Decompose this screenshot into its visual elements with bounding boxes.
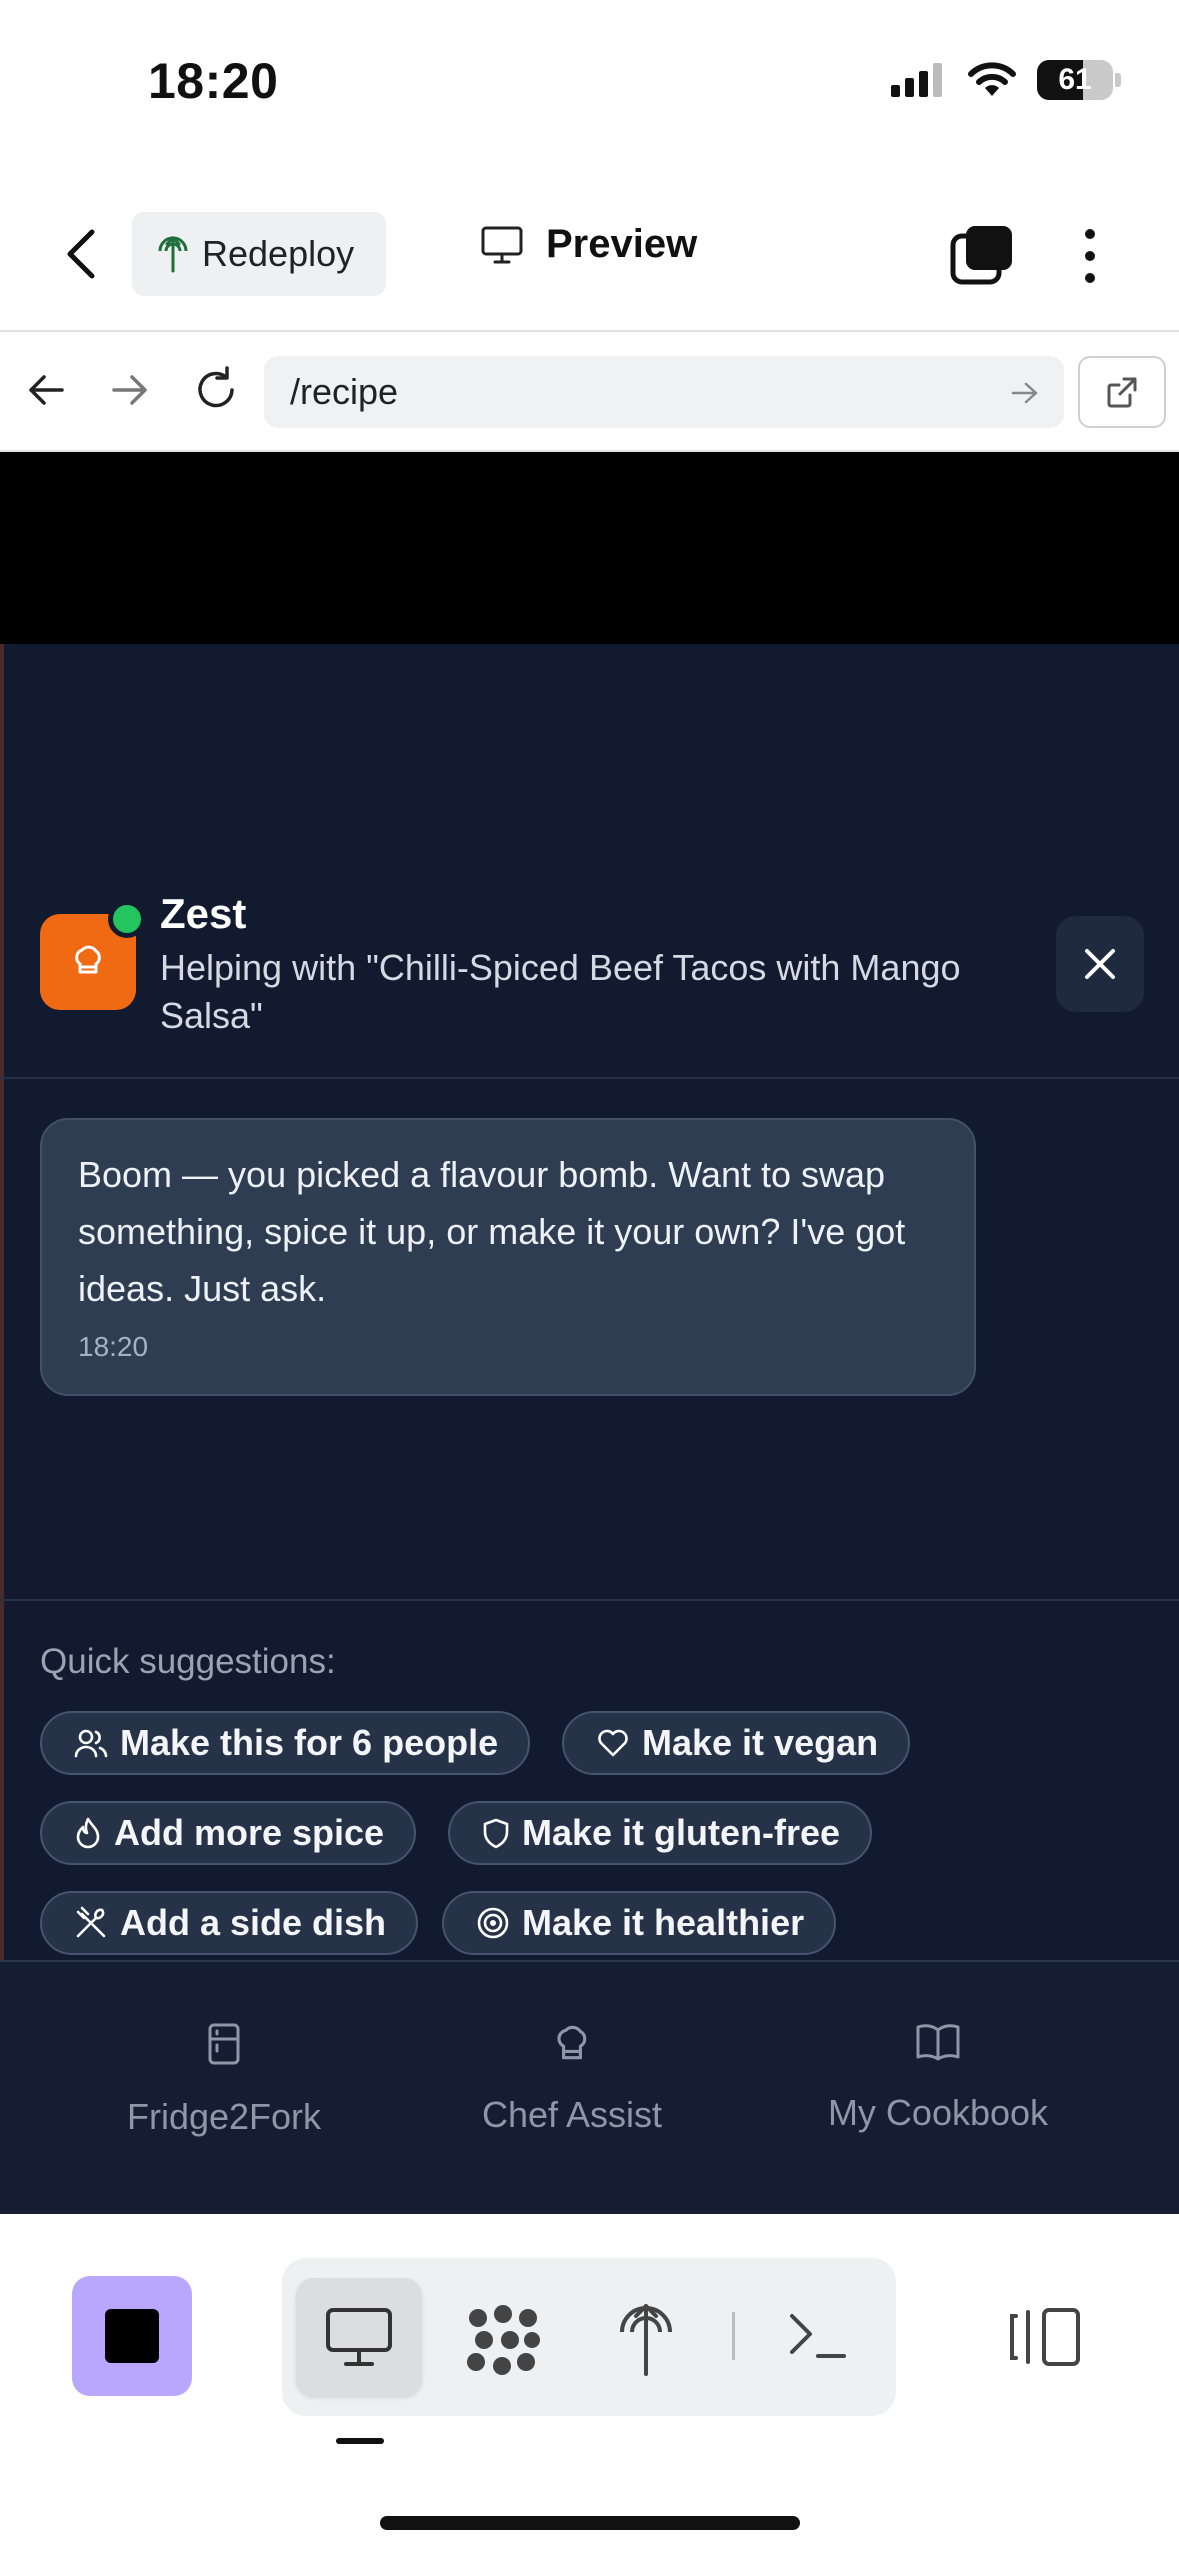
split-view-icon [1010, 2308, 1080, 2366]
message-text: Boom — you picked a flavour bomb. Want t… [78, 1154, 906, 1309]
agent-icon [467, 2305, 540, 2375]
tabs-icon [950, 226, 1012, 285]
target-icon [477, 1907, 509, 1939]
preview-tool-button[interactable] [296, 2278, 422, 2396]
battery-percent: 61 [1058, 63, 1092, 96]
arrow-left-icon [29, 375, 64, 405]
nav-label: My Cookbook [827, 2092, 1049, 2133]
reload-icon [198, 366, 234, 408]
suggestion-chip-vegan[interactable]: Make it vegan [562, 1711, 911, 1775]
battery-indicator: 61 [1037, 60, 1121, 100]
chip-label: Add more spice [114, 1812, 385, 1853]
heart-icon [598, 1729, 628, 1757]
close-chat-button[interactable] [1056, 916, 1144, 1012]
external-link-icon [1107, 377, 1137, 408]
chip-label: Make it healthier [522, 1902, 805, 1943]
suggestion-chip-6-people[interactable]: Make this for 6 people [40, 1711, 531, 1775]
layout-toggle-button[interactable] [1008, 2306, 1082, 2373]
nav-item-chef-assist[interactable]: Chef Assist [422, 2022, 722, 2136]
open-external-button[interactable] [1078, 356, 1166, 428]
fridge-icon [208, 2023, 240, 2065]
chip-label: Make it vegan [642, 1722, 879, 1763]
redeploy-button[interactable]: Redeploy [132, 212, 386, 296]
chef-hat-icon [557, 2025, 587, 2060]
users-icon [74, 1729, 108, 1758]
status-time: 18:20 [148, 53, 279, 109]
suggestion-chip-gluten-free[interactable]: Make it gluten-free [448, 1801, 873, 1865]
status-icons: 61 [891, 60, 1121, 100]
url-text: /recipe [290, 371, 399, 412]
url-go-button[interactable] [1010, 378, 1040, 413]
redeploy-label: Redeploy [202, 233, 355, 274]
toolbar-divider [732, 2312, 735, 2360]
chef-hat-icon [75, 945, 101, 974]
more-vertical-icon [1085, 229, 1095, 283]
more-options-button[interactable] [1074, 226, 1106, 286]
nav-item-fridge2fork[interactable]: Fridge2Fork [74, 2022, 374, 2138]
message-time: 18:20 [78, 1331, 149, 1362]
book-icon [916, 2024, 960, 2061]
stop-button[interactable] [72, 2276, 192, 2396]
chat-header-divider [0, 1077, 1179, 1079]
arrow-right-icon [112, 375, 147, 405]
back-button[interactable] [62, 228, 102, 280]
assistant-context: Helping with "Chilli-Spiced Beef Tacos w… [160, 947, 961, 1036]
online-status-dot [108, 900, 146, 938]
assistant-message: Boom — you picked a flavour bomb. Want t… [40, 1118, 976, 1396]
home-indicator [380, 2516, 800, 2530]
suggestion-chip-healthier[interactable]: Make it healthier [442, 1891, 837, 1955]
terminal-icon [790, 2314, 846, 2358]
close-icon [1085, 949, 1115, 979]
suggestion-chip-spice[interactable]: Add more spice [40, 1801, 417, 1865]
monitor-icon [326, 2308, 392, 2366]
chip-label: Add a side dish [120, 1902, 387, 1943]
arrow-right-icon [1011, 382, 1038, 404]
suggestion-chip-side-dish[interactable]: Add a side dish [40, 1891, 419, 1955]
browser-back-button[interactable] [26, 370, 66, 415]
agent-tool-button[interactable] [464, 2304, 542, 2381]
wifi-icon [968, 62, 1016, 96]
preview-label: Preview [546, 222, 698, 266]
chip-label: Make it gluten-free [522, 1812, 841, 1853]
deploy-tool-button[interactable] [616, 2298, 676, 2383]
nav-item-my-cookbook[interactable]: My Cookbook [788, 2022, 1088, 2134]
nav-label: Fridge2Fork [126, 2096, 322, 2137]
deploy-icon [620, 2304, 672, 2376]
browser-forward-button[interactable] [110, 370, 150, 415]
browser-reload-button[interactable] [192, 366, 240, 419]
url-input[interactable]: /recipe [264, 356, 1064, 428]
deploy-icon [158, 235, 188, 273]
shell-tool-button[interactable] [788, 2310, 848, 2367]
page-top-band [0, 452, 1179, 644]
stop-icon [105, 2309, 159, 2363]
suggestions-divider [0, 1599, 1179, 1601]
utensils-icon [76, 1906, 106, 1938]
monitor-icon [481, 226, 523, 263]
shield-icon [483, 1818, 509, 1849]
suggestions-title: Quick suggestions: [40, 1642, 336, 1681]
chevron-left-icon [67, 229, 95, 279]
signal-icon [891, 63, 942, 97]
assistant-name: Zest [160, 890, 247, 937]
preview-tab[interactable]: Preview [480, 222, 697, 267]
active-tab-indicator [336, 2438, 384, 2444]
flame-icon [76, 1817, 100, 1849]
nav-label: Chef Assist [481, 2094, 663, 2135]
chip-label: Make this for 6 people [120, 1722, 499, 1763]
tabs-switcher-button[interactable] [950, 224, 1014, 286]
